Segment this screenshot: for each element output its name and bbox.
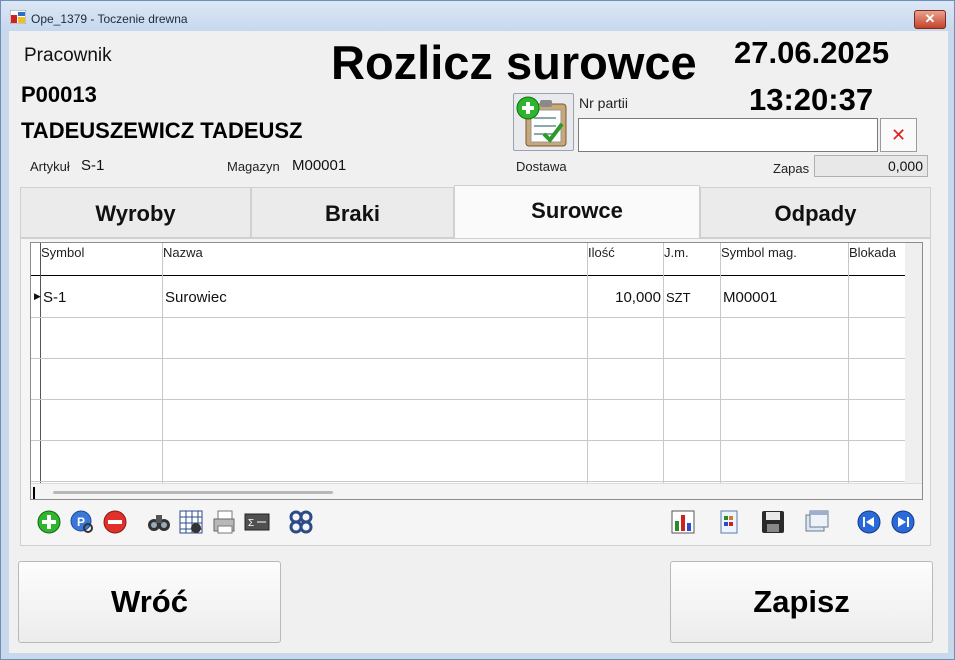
save-button[interactable]: Zapisz (670, 561, 933, 643)
title-bar: Ope_1379 - Toczenie drewna ✕ (1, 1, 954, 31)
last-record-icon[interactable] (890, 509, 916, 535)
warehouse-value: M00001 (292, 157, 347, 174)
worker-name: TADEUSZEWICZ TADEUSZ (21, 118, 303, 143)
col-header-symbol-mag[interactable]: Symbol mag. (721, 245, 797, 260)
window-close-button[interactable]: ✕ (914, 10, 946, 29)
clipboard-add-icon (516, 96, 567, 147)
back-button[interactable]: Wróć (18, 561, 281, 643)
stock-label: Zapas (773, 161, 810, 176)
tab-braki[interactable]: Braki (251, 187, 454, 238)
cell-symbol: S-1 (43, 289, 67, 306)
batch-input[interactable] (578, 118, 878, 152)
window-title: Ope_1379 - Toczenie drewna (31, 12, 188, 26)
cell-nazwa: Surowiec (165, 289, 227, 306)
grid-toolbar: P Σ (30, 503, 923, 541)
remove-icon[interactable] (102, 509, 128, 535)
scroll-caret (33, 487, 35, 499)
find-icon[interactable]: P (69, 509, 95, 535)
row-divider (31, 399, 905, 400)
first-record-icon[interactable] (856, 509, 882, 535)
main-window: Ope_1379 - Toczenie drewna ✕ Pracownik P… (0, 0, 955, 660)
materials-grid[interactable]: Symbol Nazwa Ilość J.m. Symbol mag. Blok… (30, 242, 923, 500)
delivery-label: Dostawa (516, 159, 567, 174)
cell-ilosc: 10,000 (615, 289, 661, 306)
clear-batch-button[interactable]: ✕ (880, 118, 917, 152)
worker-label: Pracownik (24, 45, 112, 66)
tab-odpady[interactable]: Odpady (700, 187, 931, 238)
cell-jm: SZT (666, 290, 691, 305)
current-row-marker-icon: ▶ (34, 291, 41, 301)
binoculars-icon[interactable] (146, 509, 172, 535)
row-divider (31, 317, 905, 318)
batch-label: Nr partii (579, 95, 629, 111)
svg-text:Σ: Σ (248, 518, 254, 529)
tab-wyroby[interactable]: Wyroby (20, 187, 251, 238)
add-icon[interactable] (36, 509, 62, 535)
tab-surowce[interactable]: Surowce (454, 185, 700, 240)
worker-code: P00013 (21, 82, 97, 107)
stock-value: 0,000 (814, 155, 928, 177)
col-header-ilosc[interactable]: Ilość (588, 245, 615, 260)
page-title: Rozlicz surowce (331, 36, 697, 89)
cell-symbol-mag: M00001 (723, 289, 778, 306)
row-divider (31, 481, 905, 482)
time-display: 13:20:37 (749, 82, 874, 117)
vertical-scrollbar[interactable] (905, 243, 922, 483)
row-divider (31, 358, 905, 359)
col-header-blokada[interactable]: Blokada (849, 245, 896, 260)
sum-icon[interactable]: Σ (244, 509, 270, 535)
warehouse-label: Magazyn (227, 159, 280, 174)
scrollbar-thumb[interactable] (53, 491, 333, 494)
col-header-nazwa[interactable]: Nazwa (163, 245, 203, 260)
date-display: 27.06.2025 (734, 35, 890, 70)
row-divider (31, 440, 905, 441)
article-label: Artykuł (30, 159, 70, 174)
table-row[interactable]: ▶ S-1 Surowiec 10,000 SZT M00001 (31, 277, 905, 317)
chart-icon[interactable] (670, 509, 696, 535)
app-icon (10, 10, 26, 24)
tab-bar: Wyroby Braki Surowce Odpady (20, 185, 931, 240)
grid-filter-icon[interactable] (178, 509, 204, 535)
col-header-symbol[interactable]: Symbol (41, 245, 84, 260)
article-value: S-1 (81, 157, 105, 174)
add-batch-button[interactable] (513, 93, 574, 151)
col-header-jm[interactable]: J.m. (664, 245, 689, 260)
print-icon[interactable] (211, 509, 237, 535)
horizontal-scrollbar[interactable] (31, 483, 922, 499)
tab-panel: Symbol Nazwa Ilość J.m. Symbol mag. Blok… (20, 238, 931, 546)
save-icon[interactable] (760, 509, 786, 535)
client-area: Pracownik P00013 TADEUSZEWICZ TADEUSZ Ro… (9, 31, 948, 653)
settings-icon[interactable] (288, 509, 314, 535)
export-icon[interactable] (716, 509, 742, 535)
windows-icon[interactable] (804, 509, 830, 535)
